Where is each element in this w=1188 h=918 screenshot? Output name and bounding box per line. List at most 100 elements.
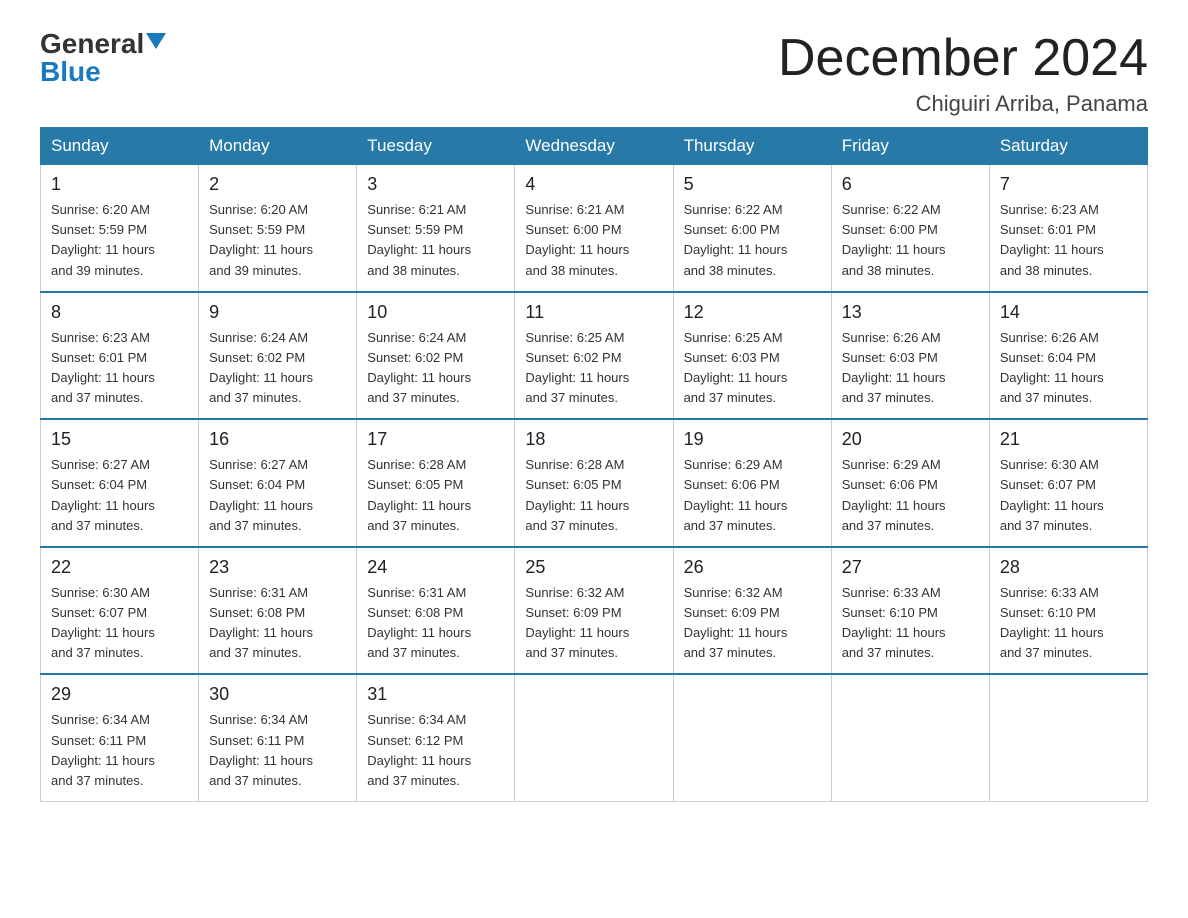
calendar-cell: 27 Sunrise: 6:33 AMSunset: 6:10 PMDaylig… bbox=[831, 547, 989, 675]
month-title: December 2024 bbox=[778, 30, 1148, 87]
day-number: 19 bbox=[684, 426, 821, 453]
calendar-cell: 2 Sunrise: 6:20 AMSunset: 5:59 PMDayligh… bbox=[199, 165, 357, 292]
calendar-cell: 3 Sunrise: 6:21 AMSunset: 5:59 PMDayligh… bbox=[357, 165, 515, 292]
calendar-header-row: SundayMondayTuesdayWednesdayThursdayFrid… bbox=[41, 128, 1148, 165]
day-info: Sunrise: 6:32 AMSunset: 6:09 PMDaylight:… bbox=[684, 585, 788, 660]
day-number: 8 bbox=[51, 299, 188, 326]
calendar-cell: 24 Sunrise: 6:31 AMSunset: 6:08 PMDaylig… bbox=[357, 547, 515, 675]
day-info: Sunrise: 6:31 AMSunset: 6:08 PMDaylight:… bbox=[209, 585, 313, 660]
header-friday: Friday bbox=[831, 128, 989, 165]
day-info: Sunrise: 6:29 AMSunset: 6:06 PMDaylight:… bbox=[842, 457, 946, 532]
calendar-cell: 23 Sunrise: 6:31 AMSunset: 6:08 PMDaylig… bbox=[199, 547, 357, 675]
calendar-table: SundayMondayTuesdayWednesdayThursdayFrid… bbox=[40, 127, 1148, 802]
day-info: Sunrise: 6:33 AMSunset: 6:10 PMDaylight:… bbox=[842, 585, 946, 660]
day-info: Sunrise: 6:30 AMSunset: 6:07 PMDaylight:… bbox=[1000, 457, 1104, 532]
calendar-cell bbox=[989, 674, 1147, 801]
day-info: Sunrise: 6:31 AMSunset: 6:08 PMDaylight:… bbox=[367, 585, 471, 660]
calendar-cell: 28 Sunrise: 6:33 AMSunset: 6:10 PMDaylig… bbox=[989, 547, 1147, 675]
day-info: Sunrise: 6:22 AMSunset: 6:00 PMDaylight:… bbox=[684, 202, 788, 277]
day-number: 16 bbox=[209, 426, 346, 453]
day-info: Sunrise: 6:26 AMSunset: 6:04 PMDaylight:… bbox=[1000, 330, 1104, 405]
calendar-cell: 12 Sunrise: 6:25 AMSunset: 6:03 PMDaylig… bbox=[673, 292, 831, 420]
day-info: Sunrise: 6:25 AMSunset: 6:03 PMDaylight:… bbox=[684, 330, 788, 405]
header-wednesday: Wednesday bbox=[515, 128, 673, 165]
calendar-week-row: 15 Sunrise: 6:27 AMSunset: 6:04 PMDaylig… bbox=[41, 419, 1148, 547]
day-number: 3 bbox=[367, 171, 504, 198]
calendar-cell: 8 Sunrise: 6:23 AMSunset: 6:01 PMDayligh… bbox=[41, 292, 199, 420]
calendar-cell: 6 Sunrise: 6:22 AMSunset: 6:00 PMDayligh… bbox=[831, 165, 989, 292]
day-number: 9 bbox=[209, 299, 346, 326]
calendar-cell: 25 Sunrise: 6:32 AMSunset: 6:09 PMDaylig… bbox=[515, 547, 673, 675]
day-number: 21 bbox=[1000, 426, 1137, 453]
day-info: Sunrise: 6:33 AMSunset: 6:10 PMDaylight:… bbox=[1000, 585, 1104, 660]
day-info: Sunrise: 6:28 AMSunset: 6:05 PMDaylight:… bbox=[525, 457, 629, 532]
calendar-cell: 22 Sunrise: 6:30 AMSunset: 6:07 PMDaylig… bbox=[41, 547, 199, 675]
day-info: Sunrise: 6:23 AMSunset: 6:01 PMDaylight:… bbox=[51, 330, 155, 405]
header-thursday: Thursday bbox=[673, 128, 831, 165]
calendar-cell: 14 Sunrise: 6:26 AMSunset: 6:04 PMDaylig… bbox=[989, 292, 1147, 420]
day-number: 24 bbox=[367, 554, 504, 581]
day-info: Sunrise: 6:28 AMSunset: 6:05 PMDaylight:… bbox=[367, 457, 471, 532]
calendar-cell: 26 Sunrise: 6:32 AMSunset: 6:09 PMDaylig… bbox=[673, 547, 831, 675]
day-info: Sunrise: 6:20 AMSunset: 5:59 PMDaylight:… bbox=[209, 202, 313, 277]
day-info: Sunrise: 6:23 AMSunset: 6:01 PMDaylight:… bbox=[1000, 202, 1104, 277]
calendar-cell: 10 Sunrise: 6:24 AMSunset: 6:02 PMDaylig… bbox=[357, 292, 515, 420]
calendar-cell: 5 Sunrise: 6:22 AMSunset: 6:00 PMDayligh… bbox=[673, 165, 831, 292]
day-info: Sunrise: 6:27 AMSunset: 6:04 PMDaylight:… bbox=[209, 457, 313, 532]
calendar-cell bbox=[515, 674, 673, 801]
day-number: 7 bbox=[1000, 171, 1137, 198]
calendar-week-row: 22 Sunrise: 6:30 AMSunset: 6:07 PMDaylig… bbox=[41, 547, 1148, 675]
day-number: 17 bbox=[367, 426, 504, 453]
day-number: 6 bbox=[842, 171, 979, 198]
header-monday: Monday bbox=[199, 128, 357, 165]
calendar-week-row: 1 Sunrise: 6:20 AMSunset: 5:59 PMDayligh… bbox=[41, 165, 1148, 292]
calendar-cell: 13 Sunrise: 6:26 AMSunset: 6:03 PMDaylig… bbox=[831, 292, 989, 420]
day-number: 5 bbox=[684, 171, 821, 198]
day-info: Sunrise: 6:32 AMSunset: 6:09 PMDaylight:… bbox=[525, 585, 629, 660]
calendar-cell: 15 Sunrise: 6:27 AMSunset: 6:04 PMDaylig… bbox=[41, 419, 199, 547]
day-number: 15 bbox=[51, 426, 188, 453]
calendar-cell: 18 Sunrise: 6:28 AMSunset: 6:05 PMDaylig… bbox=[515, 419, 673, 547]
header-tuesday: Tuesday bbox=[357, 128, 515, 165]
day-info: Sunrise: 6:34 AMSunset: 6:12 PMDaylight:… bbox=[367, 712, 471, 787]
day-number: 13 bbox=[842, 299, 979, 326]
day-number: 27 bbox=[842, 554, 979, 581]
day-info: Sunrise: 6:24 AMSunset: 6:02 PMDaylight:… bbox=[367, 330, 471, 405]
day-info: Sunrise: 6:25 AMSunset: 6:02 PMDaylight:… bbox=[525, 330, 629, 405]
day-info: Sunrise: 6:26 AMSunset: 6:03 PMDaylight:… bbox=[842, 330, 946, 405]
calendar-cell bbox=[673, 674, 831, 801]
calendar-cell: 16 Sunrise: 6:27 AMSunset: 6:04 PMDaylig… bbox=[199, 419, 357, 547]
day-number: 11 bbox=[525, 299, 662, 326]
day-number: 26 bbox=[684, 554, 821, 581]
page-header: General Blue December 2024 Chiguiri Arri… bbox=[40, 30, 1148, 117]
calendar-cell: 4 Sunrise: 6:21 AMSunset: 6:00 PMDayligh… bbox=[515, 165, 673, 292]
calendar-cell: 1 Sunrise: 6:20 AMSunset: 5:59 PMDayligh… bbox=[41, 165, 199, 292]
calendar-cell: 17 Sunrise: 6:28 AMSunset: 6:05 PMDaylig… bbox=[357, 419, 515, 547]
day-info: Sunrise: 6:21 AMSunset: 5:59 PMDaylight:… bbox=[367, 202, 471, 277]
calendar-cell: 9 Sunrise: 6:24 AMSunset: 6:02 PMDayligh… bbox=[199, 292, 357, 420]
day-info: Sunrise: 6:20 AMSunset: 5:59 PMDaylight:… bbox=[51, 202, 155, 277]
title-area: December 2024 Chiguiri Arriba, Panama bbox=[778, 30, 1148, 117]
day-info: Sunrise: 6:22 AMSunset: 6:00 PMDaylight:… bbox=[842, 202, 946, 277]
logo-blue-text: Blue bbox=[40, 58, 101, 86]
day-info: Sunrise: 6:30 AMSunset: 6:07 PMDaylight:… bbox=[51, 585, 155, 660]
day-number: 31 bbox=[367, 681, 504, 708]
day-number: 10 bbox=[367, 299, 504, 326]
day-number: 23 bbox=[209, 554, 346, 581]
logo: General Blue bbox=[40, 30, 166, 86]
logo-triangle-icon bbox=[146, 33, 166, 49]
location-subtitle: Chiguiri Arriba, Panama bbox=[778, 91, 1148, 117]
day-info: Sunrise: 6:29 AMSunset: 6:06 PMDaylight:… bbox=[684, 457, 788, 532]
day-number: 18 bbox=[525, 426, 662, 453]
calendar-cell: 30 Sunrise: 6:34 AMSunset: 6:11 PMDaylig… bbox=[199, 674, 357, 801]
calendar-cell bbox=[831, 674, 989, 801]
day-number: 1 bbox=[51, 171, 188, 198]
day-number: 2 bbox=[209, 171, 346, 198]
calendar-week-row: 8 Sunrise: 6:23 AMSunset: 6:01 PMDayligh… bbox=[41, 292, 1148, 420]
calendar-cell: 20 Sunrise: 6:29 AMSunset: 6:06 PMDaylig… bbox=[831, 419, 989, 547]
calendar-cell: 31 Sunrise: 6:34 AMSunset: 6:12 PMDaylig… bbox=[357, 674, 515, 801]
day-info: Sunrise: 6:34 AMSunset: 6:11 PMDaylight:… bbox=[51, 712, 155, 787]
day-number: 28 bbox=[1000, 554, 1137, 581]
day-number: 30 bbox=[209, 681, 346, 708]
calendar-cell: 29 Sunrise: 6:34 AMSunset: 6:11 PMDaylig… bbox=[41, 674, 199, 801]
